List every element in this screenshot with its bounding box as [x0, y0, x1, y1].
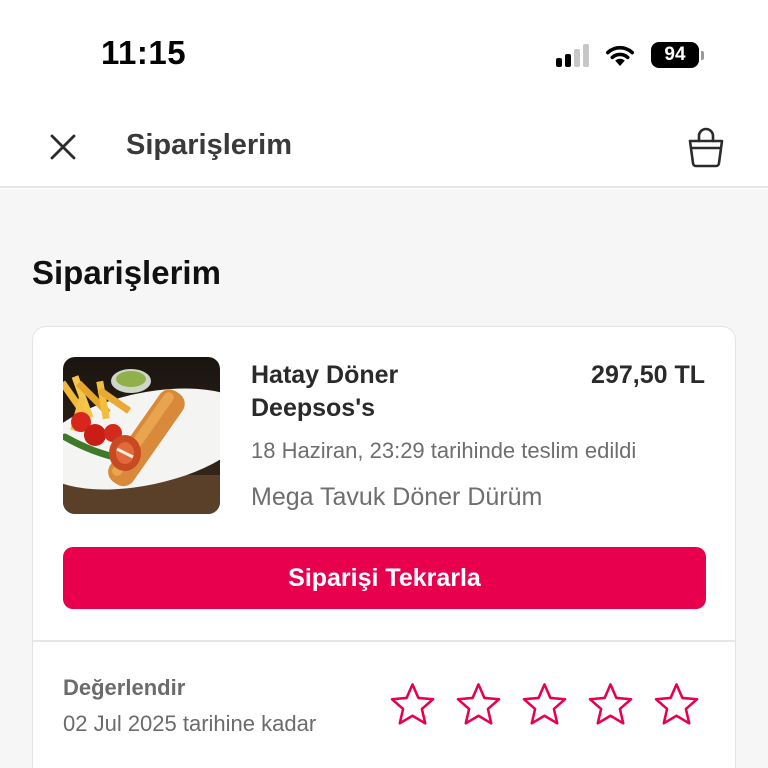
battery-icon: 94 — [651, 42, 704, 68]
star-1-icon[interactable] — [389, 681, 436, 728]
app-header: Siparişlerim — [0, 110, 768, 188]
header-title: Siparişlerim — [126, 129, 293, 161]
order-item: Mega Tavuk Döner Dürüm — [251, 483, 543, 511]
orders-page: Siparişlerim Hatay Döner Deepsos's 297,5… — [0, 189, 768, 768]
card-divider — [33, 640, 735, 642]
battery-level: 94 — [651, 42, 699, 68]
rating-stars — [389, 681, 700, 728]
rating-label: Değerlendir — [63, 675, 186, 700]
star-4-icon[interactable] — [587, 681, 634, 728]
close-icon — [50, 134, 76, 160]
order-thumbnail — [63, 357, 220, 514]
status-bar: 11:15 94 — [0, 0, 768, 110]
cellular-signal-icon — [556, 43, 589, 67]
shopping-bag-icon — [688, 127, 724, 168]
delivery-status: 18 Haziran, 23:29 tarihinde teslim edild… — [251, 438, 637, 463]
rating-deadline: 02 Jul 2025 tarihine kadar — [63, 711, 317, 736]
star-2-icon[interactable] — [455, 681, 502, 728]
restaurant-name[interactable]: Hatay Döner Deepsos's — [251, 359, 501, 425]
basket-button[interactable] — [686, 126, 726, 168]
star-5-icon[interactable] — [653, 681, 700, 728]
close-button[interactable] — [46, 130, 80, 164]
star-3-icon[interactable] — [521, 681, 568, 728]
wifi-icon — [606, 45, 634, 66]
order-price: 297,50 TL — [591, 361, 705, 389]
order-card[interactable]: Hatay Döner Deepsos's 297,50 TL 18 Hazir… — [32, 326, 736, 768]
status-time: 11:15 — [101, 34, 187, 71]
status-icons: 94 — [556, 40, 704, 70]
food-image — [63, 357, 220, 514]
reorder-button[interactable]: Siparişi Tekrarla — [63, 547, 706, 609]
page-title: Siparişlerim — [32, 254, 221, 291]
